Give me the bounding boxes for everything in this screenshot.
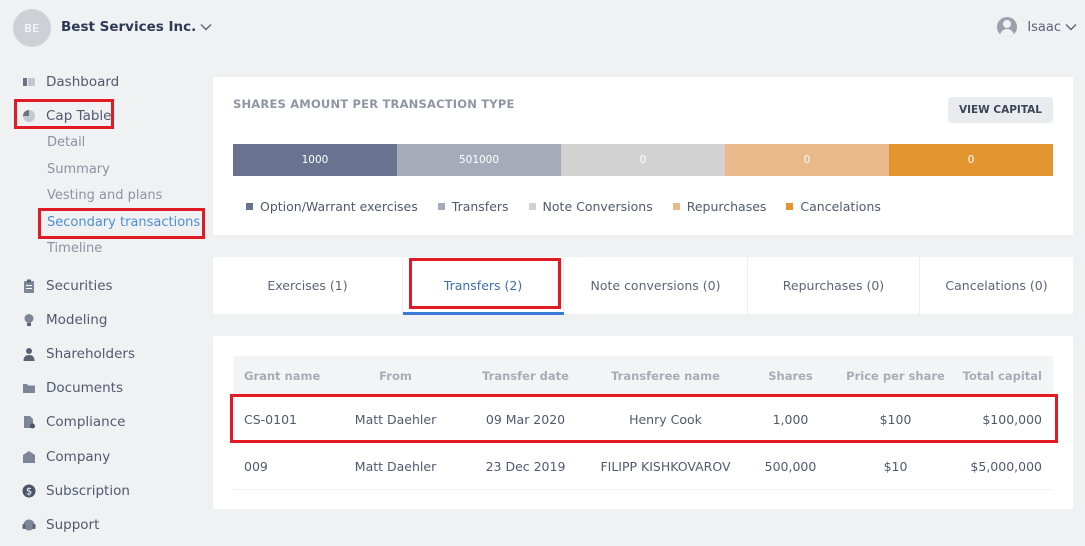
cell-from: Matt Daehler [354, 458, 437, 474]
cell-shares: 500,000 [764, 458, 817, 474]
company-name: Best Services Inc. [61, 19, 197, 35]
tab-cancelations[interactable]: Cancelations (0) [920, 257, 1073, 314]
sidebar-item-shareholders[interactable]: Shareholders [22, 346, 135, 362]
sidebar-item-documents[interactable]: Documents [22, 380, 123, 396]
legend-swatch [246, 203, 253, 210]
highlight-box-table-row [230, 394, 1058, 443]
user-icon [997, 17, 1018, 37]
dollar-icon: $ [22, 484, 36, 498]
user-menu[interactable]: Isaac [997, 17, 1077, 37]
sidebar-item-label: Support [46, 517, 100, 533]
stacked-bar: 1000 501000 0 0 0 [233, 144, 1053, 176]
highlight-box-cap-table [14, 99, 114, 129]
sidebar-item-label: Modeling [46, 312, 108, 328]
bar-segment-note-conversions: 0 [561, 144, 725, 176]
legend-swatch [437, 203, 445, 210]
company-avatar[interactable]: BE [13, 9, 51, 47]
sidebar-item-label: Compliance [46, 414, 126, 430]
table-row[interactable]: 009 Matt Daehler 23 Dec 2019 FILIPP KISH… [233, 443, 1053, 490]
view-capital-button[interactable]: VIEW CAPITAL [947, 97, 1053, 123]
person-icon [22, 347, 36, 361]
card-title: SHARES AMOUNT PER TRANSACTION TYPE [233, 97, 515, 111]
chevron-down-icon [1065, 23, 1077, 31]
sidebar-subitem-summary[interactable]: Summary [47, 162, 110, 177]
cell-transferee: FILIPP KISHKOVAROV [600, 458, 731, 474]
column-header[interactable]: Price per share [838, 369, 953, 383]
active-tab-indicator [403, 312, 564, 315]
building-icon [22, 450, 36, 464]
legend-label: Transfers [451, 199, 509, 214]
column-header[interactable]: Total capital [953, 369, 1053, 383]
column-header[interactable]: Shares [743, 369, 838, 383]
sidebar-subitem-vesting[interactable]: Vesting and plans [47, 188, 162, 203]
dashboard-icon [22, 75, 36, 89]
legend-item: Transfers [437, 199, 509, 214]
tab-exercises[interactable]: Exercises (1) [213, 257, 403, 314]
tab-repurchases[interactable]: Repurchases (0) [748, 257, 920, 314]
legend-swatch [672, 203, 680, 210]
transaction-tabs: Exercises (1) Transfers (2) Note convers… [213, 257, 1073, 314]
legend-item: Repurchases [672, 199, 767, 214]
legend-swatch [786, 203, 794, 210]
sidebar-item-label: Securities [46, 278, 113, 294]
sidebar-item-label: Dashboard [46, 74, 120, 90]
folder-icon [22, 381, 36, 395]
file-check-icon [22, 415, 36, 429]
column-header[interactable]: Transferee name [588, 369, 743, 383]
bar-segment-cancelations: 0 [889, 144, 1053, 176]
company-switcher[interactable]: Best Services Inc. [61, 19, 212, 35]
legend-label: Repurchases [686, 199, 767, 214]
sidebar-item-modeling[interactable]: Modeling [22, 312, 107, 328]
cell-transfer-date: 23 Dec 2019 [485, 458, 566, 474]
sidebar-subitem-timeline[interactable]: Timeline [47, 241, 102, 256]
svg-text:$: $ [26, 487, 32, 498]
tab-note-conversions[interactable]: Note conversions (0) [564, 257, 748, 314]
sidebar-item-label: Subscription [46, 483, 130, 499]
bar-segment-exercises: 1000 [233, 144, 397, 176]
highlight-box-secondary-transactions [38, 208, 205, 239]
cell-price: $10 [883, 458, 908, 474]
top-bar: BE Best Services Inc. Isaac [0, 0, 1085, 56]
legend-label: Option/Warrant exercises [260, 199, 418, 214]
cell-grant-name: 009 [244, 458, 268, 474]
user-name: Isaac [1027, 19, 1061, 35]
bar-legend: Option/Warrant exercises Transfers Note … [246, 199, 901, 214]
clipboard-icon [22, 279, 36, 293]
chevron-down-icon [200, 23, 212, 31]
legend-item: Option/Warrant exercises [246, 199, 418, 214]
legend-item: Cancelations [786, 199, 881, 214]
legend-swatch [528, 203, 536, 210]
bar-segment-transfers: 501000 [397, 144, 561, 176]
shares-per-type-card: SHARES AMOUNT PER TRANSACTION TYPE VIEW … [213, 77, 1073, 235]
sidebar-item-label: Company [46, 449, 111, 465]
sidebar-item-subscription[interactable]: $ Subscription [22, 483, 130, 499]
lightbulb-icon [22, 313, 36, 327]
column-header[interactable]: Transfer date [463, 369, 588, 383]
sidebar-item-compliance[interactable]: Compliance [22, 414, 125, 430]
headset-icon [22, 518, 36, 532]
column-header[interactable]: Grant name [233, 369, 328, 383]
sidebar-item-dashboard[interactable]: Dashboard [22, 74, 119, 90]
legend-label: Cancelations [800, 199, 881, 214]
sidebar-item-support[interactable]: Support [22, 517, 99, 533]
table-header: Grant name From Transfer date Transferee… [233, 356, 1053, 396]
sidebar-item-company[interactable]: Company [22, 449, 110, 465]
legend-label: Note Conversions [542, 199, 653, 214]
sidebar-subitem-detail[interactable]: Detail [47, 135, 85, 150]
sidebar-item-securities[interactable]: Securities [22, 278, 113, 294]
highlight-box-transfers-tab [409, 258, 561, 309]
sidebar-item-label: Documents [46, 380, 123, 396]
sidebar-item-label: Shareholders [46, 346, 135, 362]
bar-segment-repurchases: 0 [725, 144, 889, 176]
legend-item: Note Conversions [528, 199, 653, 214]
cell-total: $5,000,000 [970, 458, 1042, 474]
column-header[interactable]: From [328, 369, 463, 383]
